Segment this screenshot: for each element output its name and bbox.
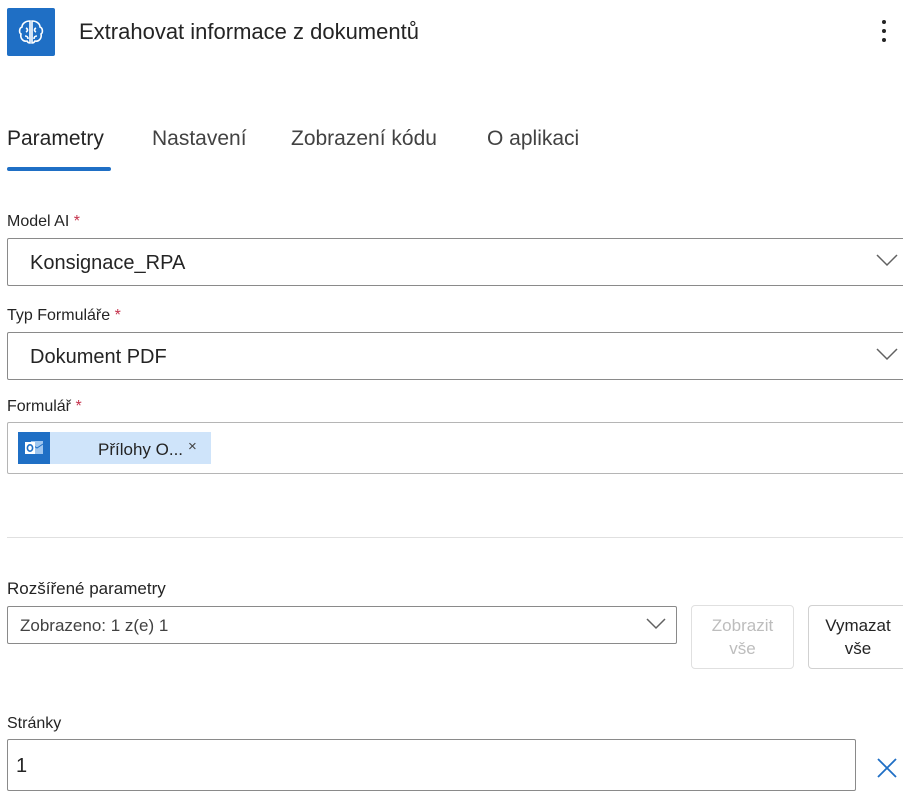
advanced-parameters-value: Zobrazeno: 1 z(e) 1: [20, 616, 169, 635]
required-marker: *: [73, 213, 80, 230]
show-all-button[interactable]: Zobrazit vše: [691, 605, 794, 669]
outlook-icon: [18, 432, 50, 464]
chip-label: Přílohy O...: [98, 440, 184, 459]
pages-value: 1: [16, 755, 28, 777]
model-ai-label-text: Model AI: [7, 213, 70, 230]
section-divider: [7, 537, 903, 538]
tab-parameters[interactable]: Parametry: [7, 127, 104, 151]
form-type-dropdown[interactable]: Dokument PDF: [7, 332, 903, 380]
more-vertical-icon[interactable]: [872, 14, 896, 48]
active-tab-indicator: [7, 167, 111, 171]
remove-chip-icon[interactable]: ×: [188, 438, 197, 455]
form-type-value: Dokument PDF: [30, 346, 167, 368]
tab-code-view[interactable]: Zobrazení kódu: [291, 127, 437, 151]
form-type-label: Typ Formuláře *: [7, 307, 121, 325]
chevron-down-icon: [876, 254, 898, 267]
form-label-text: Formulář: [7, 398, 72, 415]
advanced-parameters-dropdown[interactable]: Zobrazeno: 1 z(e) 1: [7, 606, 677, 644]
ai-builder-icon: [7, 8, 55, 56]
clear-field-icon[interactable]: [875, 756, 899, 780]
form-label: Formulář *: [7, 398, 82, 416]
pages-label: Stránky: [7, 715, 62, 732]
model-ai-value: Konsignace_RPA: [30, 252, 186, 274]
tab-about[interactable]: O aplikaci: [487, 127, 579, 151]
clear-all-button[interactable]: Vymazat vše: [808, 605, 903, 669]
model-ai-label: Model AI *: [7, 213, 80, 231]
advanced-parameters-label: Rozšířené parametry: [7, 579, 166, 598]
form-type-label-text: Typ Formuláře: [7, 307, 111, 324]
required-marker: *: [75, 398, 82, 415]
tab-settings[interactable]: Nastavení: [152, 127, 247, 151]
chevron-down-icon: [646, 618, 666, 630]
model-ai-dropdown[interactable]: Konsignace_RPA: [7, 238, 903, 286]
chevron-down-icon: [876, 348, 898, 361]
pages-input[interactable]: 1: [7, 739, 856, 791]
form-token-chip[interactable]: Přílohy O... ×: [18, 432, 211, 464]
page-title: Extrahovat informace z dokumentů: [79, 19, 419, 44]
required-marker: *: [114, 307, 121, 324]
